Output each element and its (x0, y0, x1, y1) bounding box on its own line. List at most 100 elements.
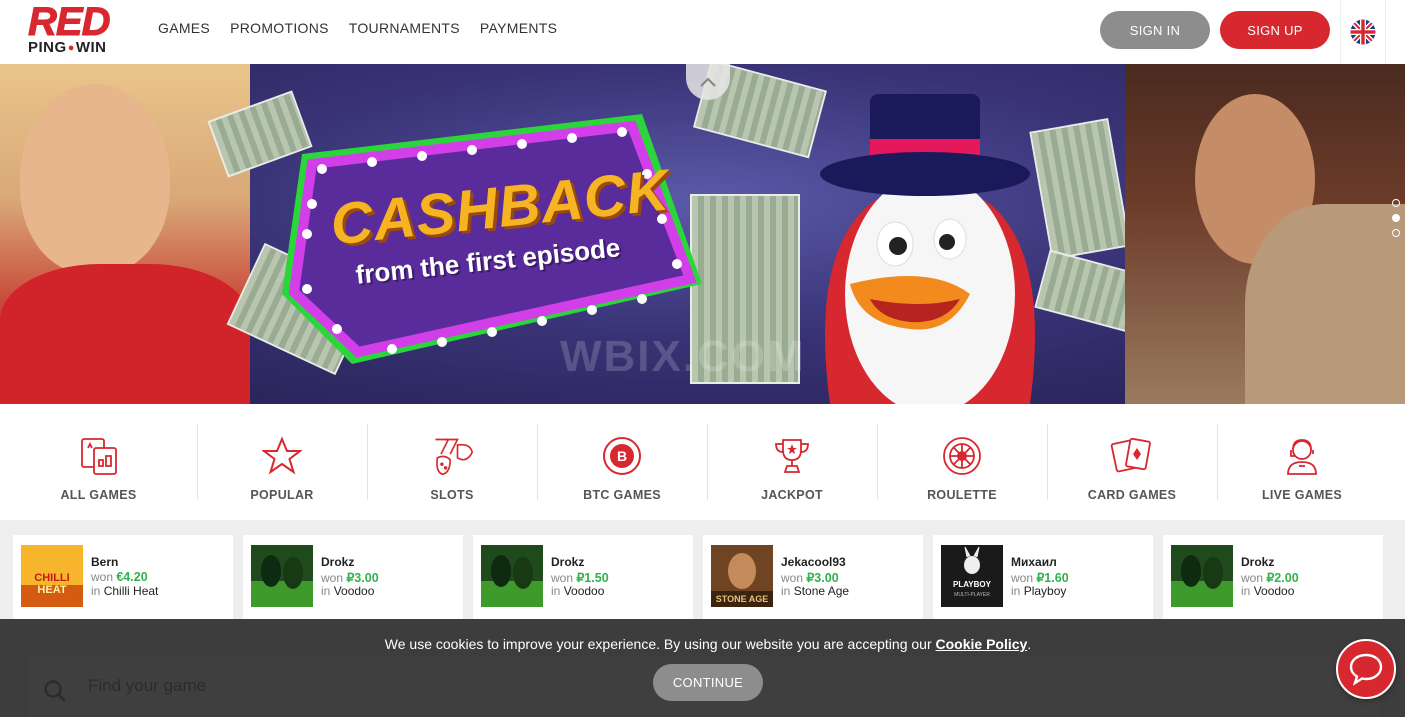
promo-banner[interactable]: CASHBACK from the first episode WBIX.COM (0, 64, 1405, 404)
category-roulette[interactable]: ROULETTE (877, 404, 1047, 520)
category-label: LIVE GAMES (1261, 488, 1343, 502)
game-thumbnail-stone-age: STONE AGE (711, 545, 773, 607)
banner-left-figure (0, 64, 250, 404)
winner-card[interactable]: CHILLI HEAT Bern won €4.20 in Chilli Heat (13, 535, 233, 619)
logo-dot-icon: ● (67, 42, 75, 54)
language-selector[interactable] (1340, 0, 1386, 64)
bitcoin-icon: B (600, 434, 644, 478)
category-live-games[interactable]: LIVE GAMES (1217, 404, 1387, 520)
nav-tournaments[interactable]: TOURNAMENTS (349, 20, 460, 36)
winner-amount-line: won ₽3.00 (321, 571, 379, 585)
category-btc-games[interactable]: B BTC GAMES (537, 404, 707, 520)
winner-game: Playboy (1023, 584, 1067, 598)
game-thumbnail-voodoo (481, 545, 543, 607)
winner-game-line: in Voodoo (321, 584, 375, 598)
category-card-games[interactable]: CARD GAMES (1047, 404, 1217, 520)
winner-game: Voodoo (333, 584, 375, 598)
winner-name: Drokz (1241, 555, 1275, 569)
winner-game-line: in Chilli Heat (91, 584, 159, 598)
game-thumbnail-chilli-heat: CHILLI HEAT (21, 545, 83, 607)
svg-text:PLAYBOY: PLAYBOY (953, 580, 992, 589)
winner-game: Chilli Heat (103, 584, 159, 598)
winner-name: Drokz (551, 555, 585, 569)
svg-text:HEAT: HEAT (37, 584, 66, 596)
cookie-policy-link[interactable]: Cookie Policy (936, 636, 1028, 652)
svg-text:B: B (617, 448, 627, 464)
winner-name: Bern (91, 555, 119, 569)
winner-amount: ₽1.50 (576, 571, 609, 585)
uk-flag-icon (1350, 19, 1376, 45)
winner-amount: ₽3.00 (806, 571, 839, 585)
nav-promotions[interactable]: PROMOTIONS (230, 20, 329, 36)
svg-text:MULTI-PLAYER: MULTI-PLAYER (954, 592, 990, 598)
winner-amount-line: won ₽1.50 (551, 571, 609, 585)
category-all-games[interactable]: ALL GAMES (0, 404, 197, 520)
sign-in-button[interactable]: SIGN IN (1100, 11, 1210, 49)
category-label: ALL GAMES (60, 488, 137, 502)
category-jackpot[interactable]: JACKPOT (707, 404, 877, 520)
winner-game-line: in Playboy (1011, 584, 1067, 598)
sign-up-button[interactable]: SIGN UP (1220, 11, 1330, 49)
winner-name: Drokz (321, 555, 355, 569)
winner-card[interactable]: STONE AGE Jekacool93 won ₽3.00 in Stone … (703, 535, 923, 619)
live-chat-button[interactable] (1336, 639, 1396, 699)
category-label: BTC GAMES (583, 488, 661, 502)
category-label: CARD GAMES (1087, 488, 1177, 502)
winner-game-line: in Voodoo (1241, 584, 1295, 598)
winner-game: Stone Age (793, 584, 850, 598)
logo-text-ping: PING (28, 39, 67, 56)
all-games-icon (77, 434, 121, 478)
winner-game-line: in Voodoo (551, 584, 605, 598)
roulette-icon (940, 434, 984, 478)
winner-game: Voodoo (563, 584, 605, 598)
site-header: RED PING ● WIN GAMES PROMOTIONS TOURNAMENT… (0, 0, 1405, 64)
cards-icon (1110, 434, 1154, 478)
winner-game: Voodoo (1253, 584, 1295, 598)
winner-amount-line: won €4.20 (91, 570, 148, 584)
banner-watermark: WBIX.COM (560, 332, 806, 381)
winner-amount: ₽2.00 (1266, 571, 1299, 585)
slots-fruit-icon (430, 434, 474, 478)
winner-card[interactable]: Drokz won ₽3.00 in Voodoo (243, 535, 463, 619)
winner-amount-line: won ₽3.00 (781, 571, 839, 585)
category-label: SLOTS (430, 488, 474, 502)
winner-game-line: in Stone Age (781, 584, 850, 598)
winner-card[interactable]: Drokz won ₽2.00 in Voodoo (1163, 535, 1383, 619)
logo-text-pingwin: PING ● WIN (28, 40, 128, 56)
banner-slide-dots (1392, 199, 1400, 237)
chevron-up-icon (700, 77, 716, 87)
svg-text:STONE AGE: STONE AGE (716, 594, 769, 604)
cookie-banner: We use cookies to improve your experienc… (0, 619, 1405, 717)
category-popular[interactable]: POPULAR (197, 404, 367, 520)
slide-dot-active[interactable] (1392, 214, 1400, 222)
cookie-message: We use cookies to improve your experienc… (384, 636, 1032, 652)
cookie-continue-button[interactable]: CONTINUE (653, 664, 763, 701)
slide-dot[interactable] (1392, 229, 1400, 237)
game-thumbnail-playboy: PLAYBOY MULTI-PLAYER (941, 545, 1003, 607)
game-thumbnail-voodoo (251, 545, 313, 607)
chat-bubble-icon (1349, 653, 1383, 686)
slide-dot[interactable] (1392, 199, 1400, 207)
winner-name: Михаил (1011, 555, 1057, 569)
winner-amount: ₽1.60 (1036, 571, 1069, 585)
game-thumbnail-voodoo (1171, 545, 1233, 607)
category-label: ROULETTE (927, 488, 997, 502)
logo[interactable]: RED PING ● WIN (28, 0, 128, 58)
nav-payments[interactable]: PAYMENTS (480, 20, 557, 36)
live-dealer-icon (1280, 434, 1324, 478)
winner-amount-line: won ₽1.60 (1011, 571, 1069, 585)
logo-text-win: WIN (75, 39, 107, 56)
winner-amount: ₽3.00 (346, 571, 379, 585)
main-nav: GAMES PROMOTIONS TOURNAMENTS PAYMENTS (158, 20, 557, 36)
nav-games[interactable]: GAMES (158, 20, 210, 36)
logo-text-red: RED (28, 0, 111, 44)
category-label: POPULAR (250, 488, 314, 502)
category-slots[interactable]: SLOTS (367, 404, 537, 520)
winner-card[interactable]: Drokz won ₽1.50 in Voodoo (473, 535, 693, 619)
winner-amount: €4.20 (116, 570, 148, 584)
winner-card[interactable]: PLAYBOY MULTI-PLAYER Михаил won ₽1.60 in … (933, 535, 1153, 619)
category-label: JACKPOT (761, 488, 823, 502)
game-categories: ALL GAMES POPULAR SLOTS B BTC GAMES JACK… (0, 404, 1405, 520)
banner-right-figure (1125, 64, 1405, 404)
penguin-mascot (820, 94, 1035, 404)
